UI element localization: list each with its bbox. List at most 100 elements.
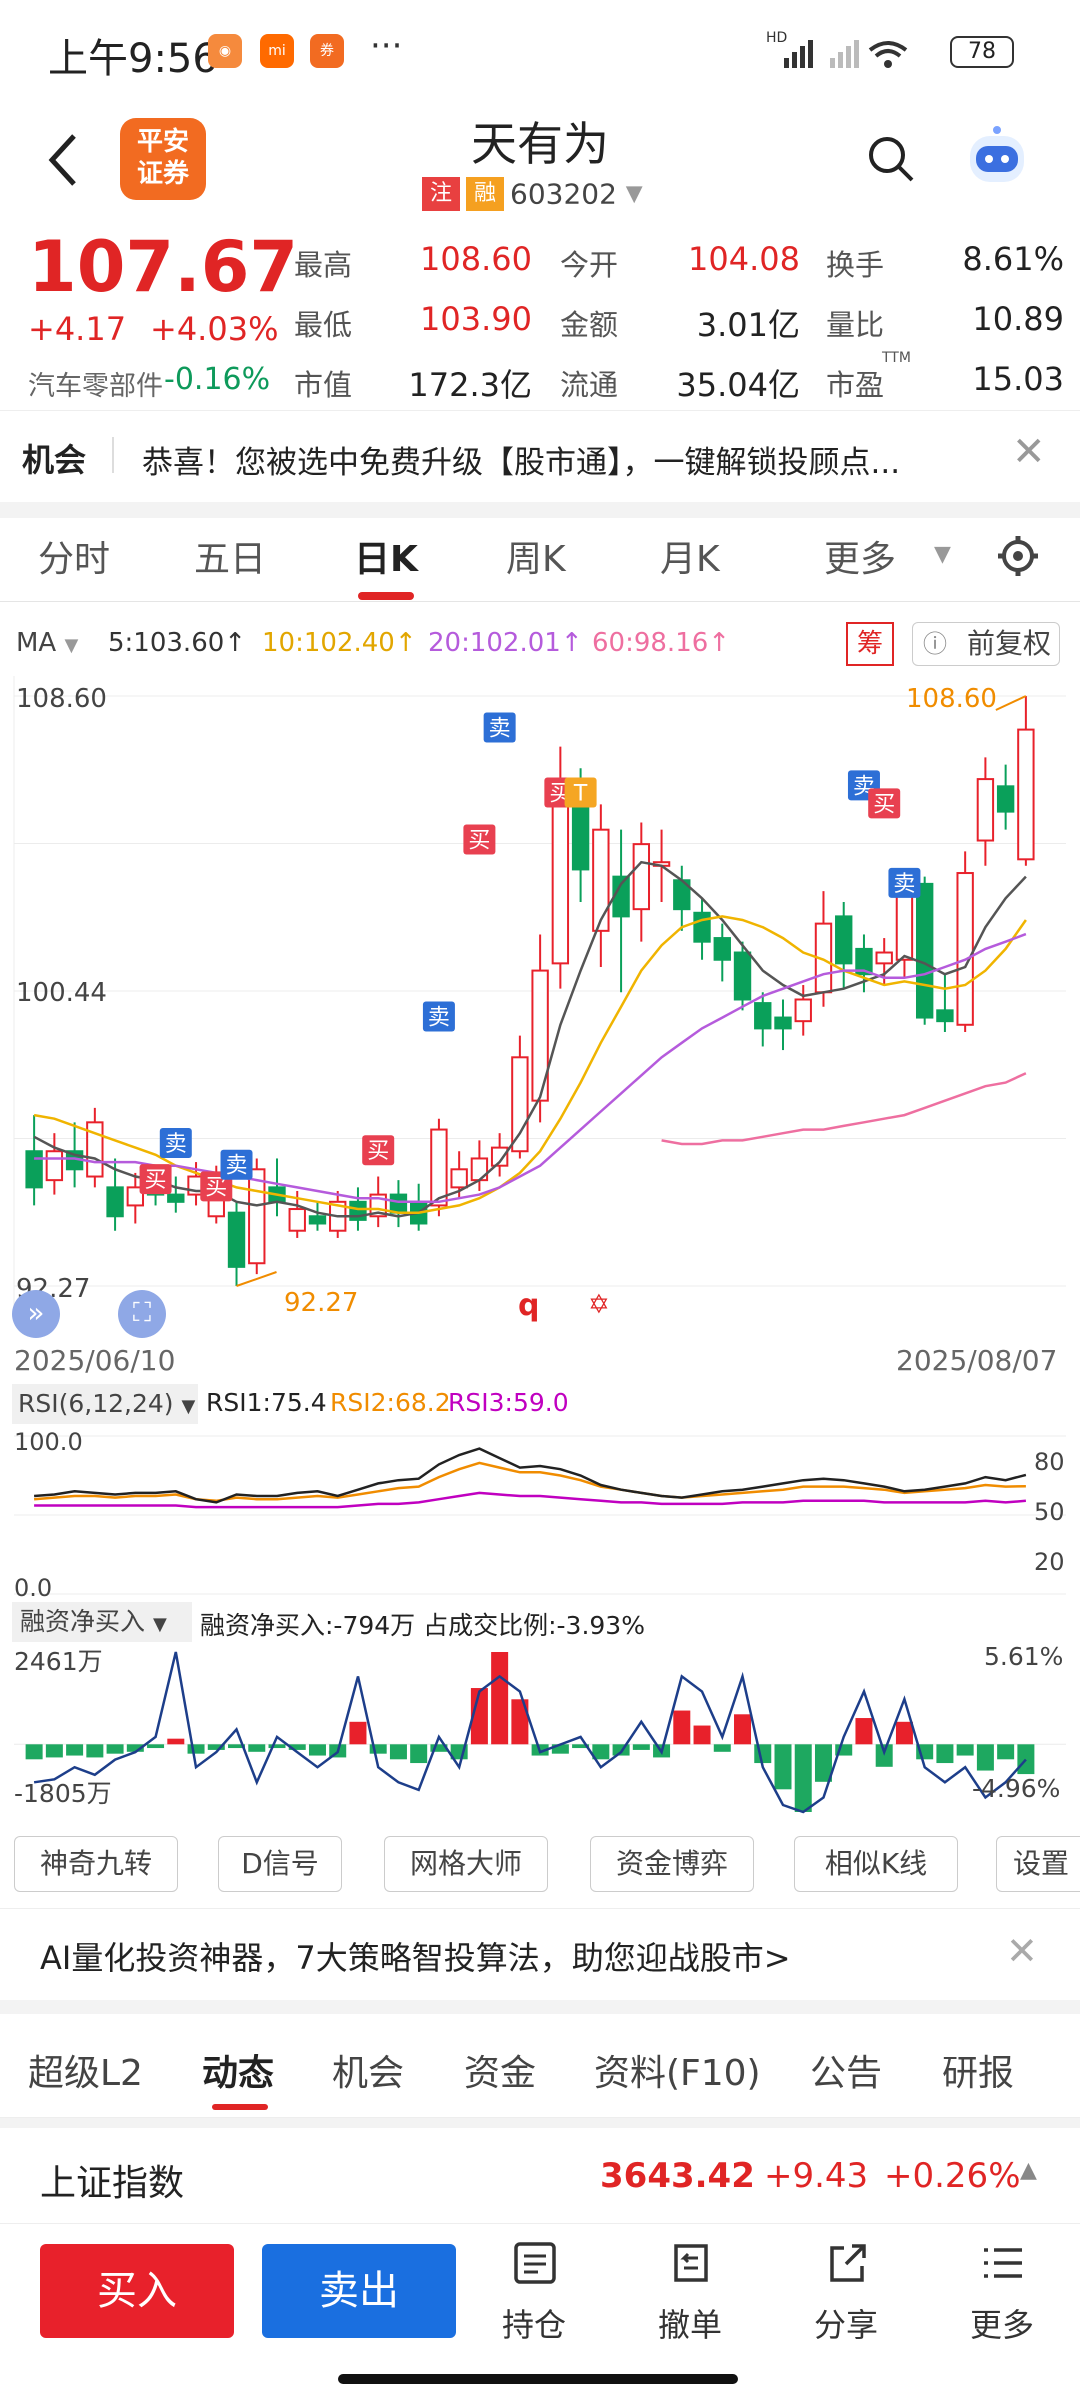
tab-dynamics[interactable]: 动态 <box>202 2044 274 2096</box>
kline-candle <box>450 1168 468 1189</box>
fullscreen-icon[interactable]: ⛶ <box>118 1290 166 1338</box>
margin-bar <box>794 1744 812 1812</box>
tab-weekly-k[interactable]: 周K <box>506 530 566 582</box>
kline-y-top: 108.60 <box>16 684 107 714</box>
share-button[interactable]: 分享 <box>796 2236 896 2356</box>
index-change-pct: +0.26% <box>884 2156 1021 2196</box>
tab-intraday[interactable]: 分时 <box>38 530 110 582</box>
broker-notify-icon: 券 <box>310 34 344 68</box>
margin-caret-icon: ▼ <box>152 1614 167 1635</box>
tab-more[interactable]: 更多 <box>824 530 896 582</box>
star-icon: ✡ <box>588 1290 610 1320</box>
tab-daily-k[interactable]: 日K <box>354 530 418 582</box>
margin-bar <box>45 1744 63 1758</box>
margin-indicator-selector[interactable]: 融资净买入 ▼ <box>12 1602 192 1642</box>
chip-distribution-button[interactable]: 筹 <box>846 622 894 666</box>
kline-candle <box>389 1193 408 1214</box>
tab-f10[interactable]: 资料(F10) <box>594 2044 761 2096</box>
ad-banner[interactable]: AI量化投资神器，7大策略智投算法，助您迎战股市> ✕ <box>0 1908 1080 2000</box>
margin-bar <box>754 1744 772 1764</box>
tool-d-signal[interactable]: D信号 <box>218 1836 342 1892</box>
adjust-mode-button[interactable]: ⓘ 前复权 <box>912 622 1060 666</box>
sell-button[interactable]: 卖出 <box>262 2244 456 2338</box>
kline-candle <box>511 1056 529 1153</box>
turnover-value: 8.61% <box>962 240 1064 278</box>
notice-bar[interactable]: 机会 恭喜！您被选中免费升级【股市通】，一键解锁投顾点... ✕ <box>0 410 1080 502</box>
divider-band-2 <box>0 2000 1080 2014</box>
kline-candle <box>733 951 752 1001</box>
margin-bar <box>632 1744 650 1750</box>
signal-wifi-icon <box>784 40 908 68</box>
kline-candle <box>227 1211 246 1268</box>
ma10-value: 10:102.40↑ <box>262 628 417 658</box>
margin-bar <box>673 1710 691 1745</box>
stock-code-row[interactable]: 注融 603202 ▼ <box>422 176 643 216</box>
kline-candle <box>25 1150 43 1189</box>
margin-bar <box>693 1725 711 1745</box>
position-button[interactable]: 持仓 <box>484 2236 584 2356</box>
kline-signal-text: T <box>573 782 588 807</box>
rsi-chart[interactable] <box>0 1428 1080 1602</box>
index-change: +9.43 <box>764 2156 869 2196</box>
tool-magic-nine[interactable]: 神奇九转 <box>14 1836 178 1892</box>
more-button[interactable]: 更多 <box>952 2236 1052 2356</box>
gear-icon[interactable] <box>996 534 1040 578</box>
share-label: 分享 <box>813 2306 878 2344</box>
status-bar: 上午9:56 ◉ mi 券 ··· HD 78 <box>0 0 1080 100</box>
low-label: 最低 <box>294 308 353 342</box>
tool-similar-k[interactable]: 相似K线 <box>794 1836 958 1892</box>
rsi2-value: RSI2:68.2 <box>330 1388 451 1417</box>
stock-name: 天有为 <box>471 117 609 171</box>
mcap-value: 172.3亿 <box>408 366 532 404</box>
mi-icon: mi <box>260 34 294 68</box>
index-ticker[interactable]: 上证指数 3643.42 +9.43 +0.26% ▲ <box>0 2128 1080 2224</box>
tab-monthly-k[interactable]: 月K <box>660 530 720 582</box>
tab-research[interactable]: 研报 <box>942 2044 1014 2096</box>
tool-settings[interactable]: 设置 <box>996 1836 1080 1892</box>
expand-left-icon[interactable]: » <box>12 1290 60 1338</box>
kline-candle <box>551 781 570 965</box>
margin-bar <box>491 1652 509 1745</box>
ad-close-icon[interactable]: ✕ <box>1006 1929 1038 1973</box>
more-notify-icon: ··· <box>370 26 403 66</box>
rsi-y-top: 100.0 <box>14 1428 83 1456</box>
search-icon[interactable] <box>866 134 916 184</box>
kline-y-mid: 100.44 <box>16 978 107 1008</box>
turnover-label: 换手 <box>826 248 885 282</box>
close-icon[interactable]: ✕ <box>1012 429 1046 475</box>
robot-assistant-icon[interactable] <box>962 124 1032 190</box>
tab-announcement[interactable]: 公告 <box>810 2044 882 2096</box>
margin-bar <box>389 1744 407 1760</box>
position-label: 持仓 <box>501 2306 566 2344</box>
buy-button[interactable]: 买入 <box>40 2244 234 2338</box>
cancel-order-button[interactable]: 撤单 <box>640 2236 740 2356</box>
section-tab-underline <box>212 2104 268 2110</box>
margin-bar <box>997 1744 1015 1760</box>
tag-zhu: 注 <box>422 177 460 211</box>
tab-super-l2[interactable]: 超级L2 <box>28 2044 143 2096</box>
margin-chart[interactable] <box>0 1644 1080 1820</box>
home-indicator[interactable] <box>338 2374 738 2384</box>
kline-candle <box>713 937 731 961</box>
caret-up-icon[interactable]: ▲ <box>1020 2158 1037 2183</box>
kline-chart[interactable]: 卖买 买卖买卖买卖买 T 卖买卖 <box>0 676 1080 1366</box>
cancel-order-label: 撤单 <box>657 2306 722 2344</box>
rsi-label: RSI(6,12,24) <box>18 1389 174 1418</box>
kline-candle <box>754 1002 772 1030</box>
tab-opportunity[interactable]: 机会 <box>332 2044 404 2096</box>
info-icon: ⓘ <box>923 630 947 658</box>
kline-signal-text: 卖 <box>428 1006 450 1031</box>
tool-grid-master[interactable]: 网格大师 <box>384 1836 548 1892</box>
section-tabs: 超级L2 动态 机会 资金 资料(F10) 公告 研报 <box>0 2014 1080 2118</box>
low-value: 103.90 <box>420 300 532 338</box>
kline-min-pointer <box>236 1271 277 1287</box>
rsi-indicator-selector[interactable]: RSI(6,12,24) ▼ <box>12 1384 198 1424</box>
tool-capital-game[interactable]: 资金博弈 <box>590 1836 754 1892</box>
ma-selector[interactable]: MA ▼ <box>16 628 78 658</box>
menu-icon <box>984 2248 1022 2278</box>
kline-candle <box>571 796 590 871</box>
tab-capital[interactable]: 资金 <box>464 2044 536 2096</box>
last-price: 107.67 <box>28 226 299 308</box>
tab-five-day[interactable]: 五日 <box>194 530 266 582</box>
adjust-mode-label: 前复权 <box>966 627 1051 660</box>
